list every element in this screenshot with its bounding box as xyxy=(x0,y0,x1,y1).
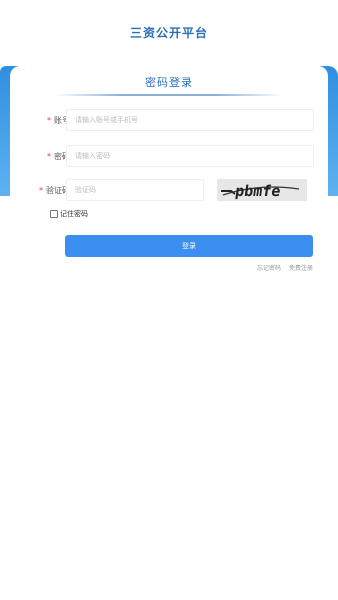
login-title: 密码登录 xyxy=(145,76,193,89)
captcha-text: pbmfe xyxy=(234,182,282,200)
captcha-row: *验证码 pbmfe xyxy=(10,179,328,203)
remember-label: 记住密码 xyxy=(60,210,88,218)
bottom-links: 忘记密码 免费注册 xyxy=(257,263,313,272)
password-row: * 密码 xyxy=(10,145,328,169)
captcha-image[interactable]: pbmfe xyxy=(217,179,307,201)
password-input[interactable] xyxy=(66,145,314,167)
remember-password[interactable]: 记住密码 xyxy=(50,208,88,220)
app-title: 三资公开平台 xyxy=(129,26,208,40)
title-underline xyxy=(54,94,284,96)
login-button[interactable]: 登录 xyxy=(65,235,313,257)
required-asterisk: * xyxy=(39,186,43,195)
required-asterisk: * xyxy=(47,116,51,125)
account-row: * 账号 xyxy=(10,109,328,133)
captcha-input[interactable] xyxy=(66,179,204,201)
account-input[interactable] xyxy=(66,109,314,131)
required-asterisk: * xyxy=(47,152,51,161)
forgot-password-link[interactable]: 忘记密码 xyxy=(257,263,281,272)
register-link[interactable]: 免费注册 xyxy=(289,263,313,272)
login-card: 密码登录 *账号 *密码 *验证码 pbmfe 记住密码 xyxy=(10,66,328,600)
remember-checkbox[interactable] xyxy=(50,210,58,218)
